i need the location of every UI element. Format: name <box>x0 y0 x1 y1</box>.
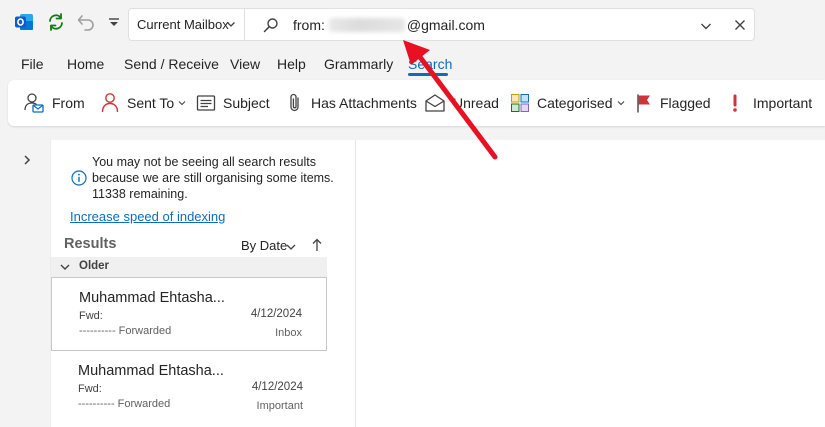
redacted-address <box>328 18 405 32</box>
message-sender: Muhammad Ehtasha... <box>79 290 225 306</box>
subject-icon <box>196 95 216 111</box>
message-folder: Important <box>256 400 303 412</box>
from-label: From <box>52 95 85 111</box>
expand-folder-pane-icon[interactable] <box>22 154 32 166</box>
important-label: Important <box>753 95 813 111</box>
undo-icon[interactable] <box>76 12 96 32</box>
sent-to-label: Sent To <box>127 95 175 111</box>
tab-send-receive[interactable]: Send / Receive <box>124 56 219 72</box>
message-folder: Inbox <box>275 327 302 339</box>
search-ribbon: From Sent To Subject Has Attachments Unr… <box>8 80 825 126</box>
info-icon <box>71 170 87 186</box>
outlook-logo-icon <box>15 14 33 30</box>
sort-direction-arrow-icon[interactable] <box>311 238 323 252</box>
unread-button[interactable]: Unread <box>424 80 499 126</box>
chevron-down-icon <box>617 101 624 106</box>
sort-by-dropdown[interactable]: By Date <box>241 238 287 253</box>
tab-home[interactable]: Home <box>67 56 104 72</box>
search-box[interactable]: from: @gmail.com <box>244 8 755 41</box>
customize-toolbar-icon[interactable] <box>107 12 121 32</box>
tab-help[interactable]: Help <box>277 56 306 72</box>
chevron-down-icon[interactable] <box>286 243 296 251</box>
search-options-chevron-icon[interactable] <box>700 20 712 32</box>
unread-envelope-icon <box>425 94 445 112</box>
tab-file[interactable]: File <box>21 56 44 72</box>
tab-view[interactable]: View <box>230 56 260 72</box>
active-tab-indicator <box>408 73 448 76</box>
sent-to-person-icon <box>101 93 119 113</box>
paperclip-icon <box>290 93 299 112</box>
increase-indexing-speed-link[interactable]: Increase speed of indexing <box>70 209 225 224</box>
close-search-icon[interactable] <box>734 19 746 31</box>
search-icon <box>263 18 278 33</box>
search-query-suffix: @gmail.com <box>406 17 485 33</box>
subject-label: Subject <box>223 95 270 111</box>
group-header-older[interactable]: Older <box>51 257 327 277</box>
message-subject: Fwd: <box>79 310 103 322</box>
subject-button[interactable]: Subject <box>196 80 270 126</box>
tab-search[interactable]: Search <box>408 56 452 72</box>
flag-icon <box>637 94 650 113</box>
categorised-button[interactable]: Categorised <box>510 80 625 126</box>
collapse-group-chevron-icon[interactable] <box>60 263 70 271</box>
message-subject: Fwd: <box>78 383 102 395</box>
importance-exclamation-icon <box>733 94 737 112</box>
has-attachments-label: Has Attachments <box>311 95 417 111</box>
reading-pane <box>355 140 825 427</box>
message-sender: Muhammad Ehtasha... <box>78 363 224 379</box>
categorised-label: Categorised <box>537 95 613 111</box>
indexing-info-message: You may not be seeing all search results… <box>92 155 334 201</box>
mailbox-scope-label: Current Mailbox <box>137 17 229 32</box>
group-label: Older <box>79 260 110 272</box>
from-person-icon <box>24 93 44 113</box>
chevron-down-icon <box>227 22 235 27</box>
list-item[interactable]: Muhammad Ehtasha... Fwd: 4/12/2024 -----… <box>51 277 327 351</box>
mailbox-scope-dropdown[interactable]: Current Mailbox <box>128 8 244 41</box>
search-query-prefix: from: <box>293 17 325 33</box>
message-date: 4/12/2024 <box>250 308 302 320</box>
flagged-label: Flagged <box>660 95 711 111</box>
has-attachments-button[interactable]: Has Attachments <box>286 80 417 126</box>
message-preview: ---------- Forwarded <box>79 325 172 337</box>
categories-icon <box>511 94 529 112</box>
important-button[interactable]: Important <box>729 80 812 126</box>
unread-label: Unread <box>453 95 499 111</box>
folder-pane-collapsed <box>0 140 50 427</box>
from-button[interactable]: From <box>23 80 85 126</box>
message-preview: ---------- Forwarded <box>78 398 171 410</box>
tab-grammarly[interactable]: Grammarly <box>324 56 393 72</box>
title-bar: Current Mailbox from: @gmail.com <box>0 0 825 48</box>
sync-icon[interactable] <box>46 12 66 32</box>
sent-to-button[interactable]: Sent To <box>100 80 186 126</box>
message-date: 4/12/2024 <box>251 381 303 393</box>
flagged-button[interactable]: Flagged <box>635 80 711 126</box>
results-heading: Results <box>64 236 117 252</box>
chevron-down-icon <box>178 101 186 106</box>
search-input[interactable]: from: @gmail.com <box>293 17 485 33</box>
list-item[interactable]: Muhammad Ehtasha... Fwd: 4/12/2024 -----… <box>51 351 327 425</box>
message-list-pane: You may not be seeing all search results… <box>50 140 355 427</box>
